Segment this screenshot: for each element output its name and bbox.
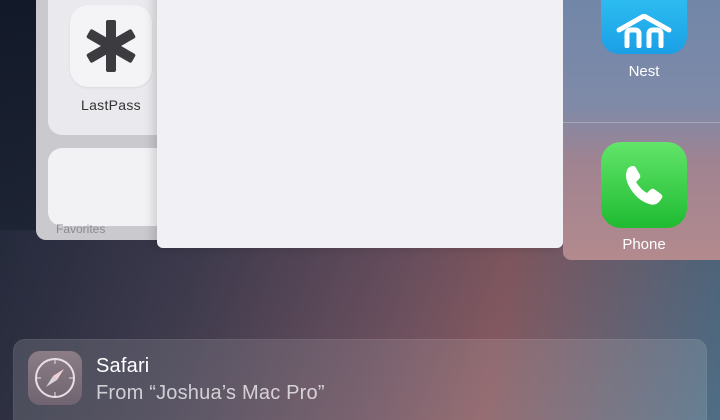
app-card-right[interactable]: Nest Phone <box>563 0 720 260</box>
background-card-edge <box>0 0 40 230</box>
card-divider <box>563 122 720 123</box>
phone-label: Phone <box>622 236 666 253</box>
phone-handset-icon[interactable] <box>601 142 687 228</box>
handoff-source-device: From “Joshua’s Mac Pro” <box>96 382 325 404</box>
lastpass-label: LastPass <box>81 97 141 113</box>
nest-house-icon[interactable] <box>601 0 687 54</box>
safari-compass-icon <box>28 351 82 405</box>
app-switcher-screen: LastPass Favorites Nest Phone Safari Fro… <box>0 0 720 420</box>
handoff-app-name: Safari <box>96 355 150 377</box>
favorites-label: Favorites <box>56 222 106 236</box>
lastpass-icon[interactable] <box>70 5 152 87</box>
handoff-banner[interactable]: Safari From “Joshua’s Mac Pro” <box>13 339 707 420</box>
nest-label: Nest <box>628 63 660 80</box>
app-card-blank[interactable] <box>157 0 563 248</box>
